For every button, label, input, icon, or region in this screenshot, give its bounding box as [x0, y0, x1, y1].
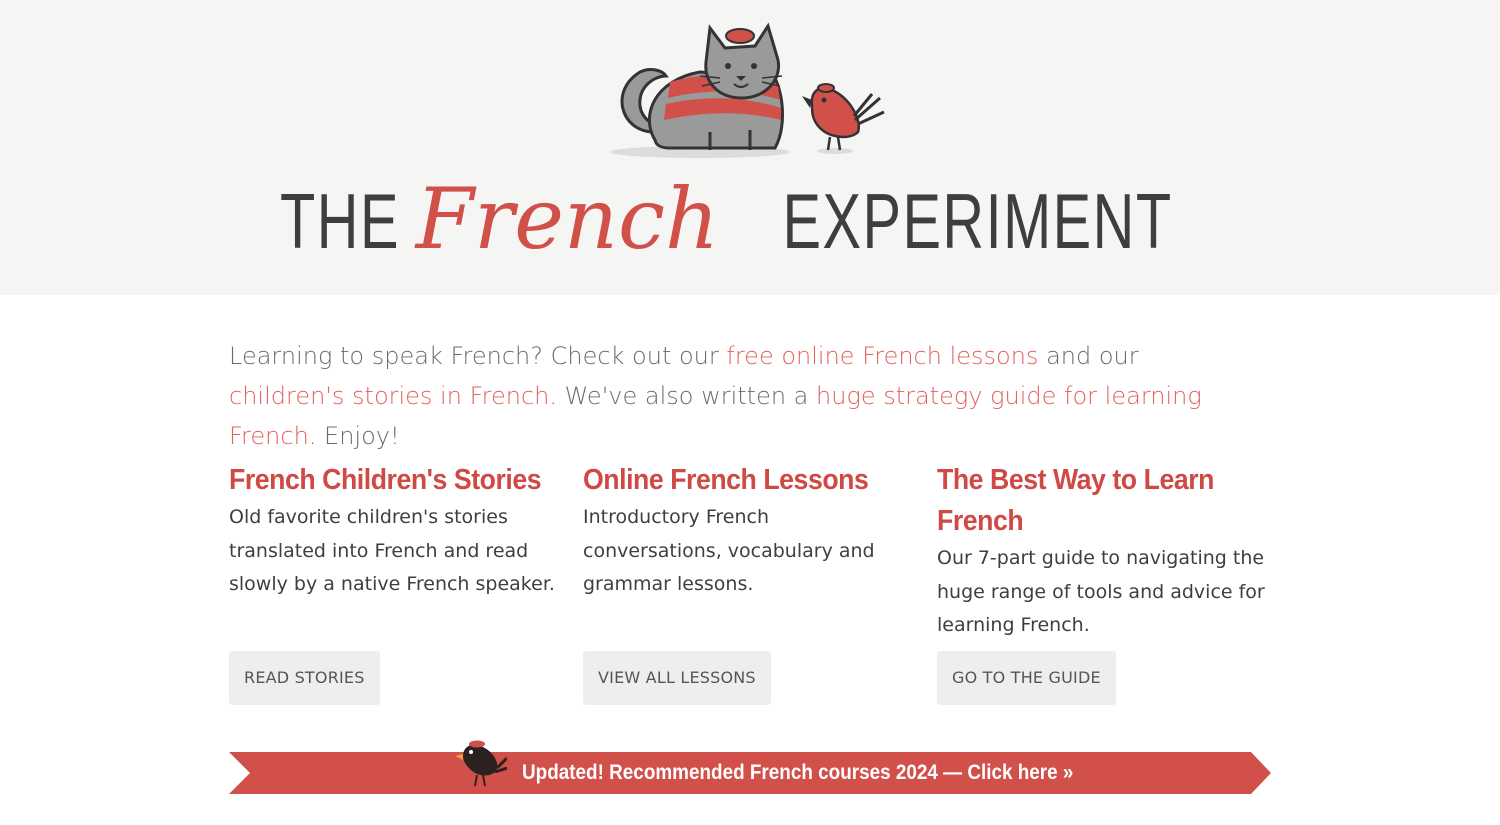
- site-header: THE French EXPERIMENT: [0, 0, 1500, 295]
- intro-text: . Enjoy!: [308, 422, 400, 450]
- stories-description: Old favorite children's stories translat…: [229, 506, 555, 595]
- view-all-lessons-button[interactable]: VIEW ALL LESSONS: [583, 651, 771, 705]
- bird-mascot-icon: [802, 83, 885, 154]
- stories-title[interactable]: French Children's Stories: [229, 460, 560, 501]
- intro-text: . We've also written a: [549, 382, 817, 410]
- lessons-description: Introductory French conversations, vocab…: [583, 506, 875, 595]
- read-stories-button[interactable]: READ STORIES: [229, 651, 380, 705]
- free-lessons-link[interactable]: free online French lessons: [726, 342, 1038, 370]
- logo-word-the: THE: [279, 177, 400, 265]
- logo-word-french: French: [415, 170, 720, 268]
- childrens-stories-link[interactable]: children's stories in French: [229, 382, 549, 410]
- go-to-guide-button[interactable]: GO TO THE GUIDE: [937, 651, 1116, 705]
- intro-text: Learning to speak French? Check out our: [229, 342, 727, 370]
- guide-description: Our 7-part guide to navigating the huge …: [937, 547, 1265, 636]
- logo-word-experiment: EXPERIMENT: [782, 177, 1173, 265]
- site-logo[interactable]: THE French EXPERIMENT: [0, 170, 1500, 268]
- lessons-title[interactable]: Online French Lessons: [583, 460, 914, 501]
- cat-mascot-icon: [610, 22, 790, 158]
- mascots-illustration: [610, 22, 885, 158]
- guide-title[interactable]: The Best Way to Learn French: [937, 460, 1268, 542]
- stories-column: French Children's Stories Old favorite c…: [229, 460, 559, 602]
- intro-text: and our: [1038, 342, 1139, 370]
- intro-paragraph: Learning to speak French? Check out our …: [229, 336, 1239, 456]
- lessons-column: Online French Lessons Introductory Frenc…: [583, 460, 913, 602]
- recommended-courses-banner[interactable]: Updated! Recommended French courses 2024…: [229, 740, 1271, 794]
- blackbird-icon: [455, 740, 507, 787]
- banner-link-text[interactable]: Updated! Recommended French courses 2024…: [522, 752, 1073, 794]
- guide-column: The Best Way to Learn French Our 7-part …: [937, 460, 1267, 643]
